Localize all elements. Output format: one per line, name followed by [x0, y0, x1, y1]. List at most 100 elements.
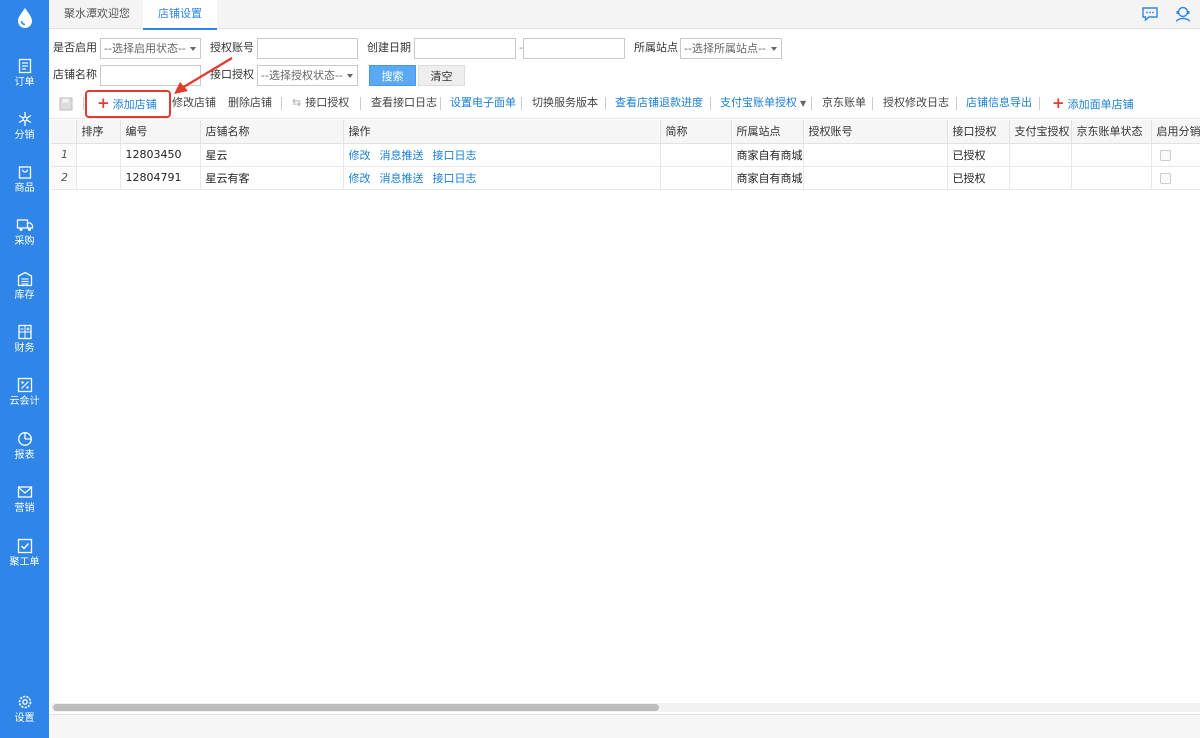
view-refund-button[interactable]: 查看店铺退款进度 — [615, 89, 703, 117]
annotation-arrow-icon — [174, 57, 233, 94]
header-rownum — [51, 120, 77, 144]
header-station[interactable]: 所属站点 — [731, 120, 804, 144]
tab-shop-settings[interactable]: 店铺设置 — [143, 0, 217, 30]
auth-account-input[interactable] — [257, 38, 358, 59]
scrollbar-thumb[interactable] — [53, 704, 659, 711]
sidebar-item-label: 聚工单 — [9, 557, 40, 568]
droplet-logo-icon[interactable] — [0, 0, 49, 36]
add-shop-label: 添加店铺 — [112, 98, 157, 111]
sidebar-item-finance[interactable]: 财务 — [0, 318, 49, 368]
sidebar-item-products[interactable]: 商品 — [0, 158, 49, 208]
jd-bill-button[interactable]: 京东账单 — [822, 89, 866, 117]
auth-log-button[interactable]: 授权修改日志 — [883, 89, 949, 117]
table-header: 排序 编号 店铺名称 操作 简称 所属站点 授权账号 接口授权 支付宝授权 京东… — [51, 120, 1200, 144]
header-id[interactable]: 编号 — [120, 120, 201, 144]
message-push-link[interactable]: 消息推送 — [380, 149, 424, 162]
sidebar-item-marketing[interactable]: 营销 — [0, 478, 49, 528]
edit-link[interactable]: 修改 — [349, 149, 371, 162]
sidebar-item-label: 库存 — [14, 290, 35, 301]
edit-link[interactable]: 修改 — [349, 172, 371, 185]
chevron-down-icon — [771, 47, 777, 51]
sidebar-item-reports[interactable]: 报表 — [0, 425, 49, 475]
api-log-link[interactable]: 接口日志 — [433, 149, 477, 162]
station-select[interactable]: --选择所属站点-- — [680, 38, 782, 59]
horizontal-scrollbar[interactable] — [51, 703, 1200, 712]
sidebar-item-inventory[interactable]: 库存 — [0, 265, 49, 315]
switch-version-button[interactable]: 切换服务版本 — [532, 89, 598, 117]
sidebar-item-label: 分销 — [14, 130, 35, 141]
sidebar-item-label: 营销 — [14, 503, 35, 514]
toolbar-divider — [360, 97, 361, 110]
api-auth-select[interactable]: --选择授权状态-- — [257, 65, 358, 86]
plus-icon: + — [1052, 94, 1065, 112]
cell-shop-name: 星云有客 — [200, 166, 344, 190]
api-auth-button-label: 接口授权 — [305, 96, 350, 109]
distribution-checkbox[interactable] — [1159, 172, 1171, 184]
user-service-icon[interactable] — [1174, 5, 1192, 23]
header-sort[interactable]: 排序 — [76, 120, 121, 144]
sidebar-item-work-orders[interactable]: 聚工单 — [0, 532, 49, 582]
table-row[interactable]: 1 12803450 星云 修改 消息推送 接口日志 商家自有商城 已授权 — [51, 143, 1200, 167]
distribution-checkbox[interactable] — [1159, 149, 1171, 161]
header-shop-name[interactable]: 店铺名称 — [200, 120, 344, 144]
pie-chart-icon — [17, 432, 32, 446]
create-date-start-input[interactable] — [414, 38, 516, 59]
create-date-end-input[interactable] — [523, 38, 625, 59]
export-info-button[interactable]: 店铺信息导出 — [966, 89, 1032, 117]
api-log-link[interactable]: 接口日志 — [433, 172, 477, 185]
cell-distribution — [1151, 143, 1200, 167]
save-icon[interactable] — [59, 97, 73, 111]
search-button[interactable]: 搜索 — [369, 65, 416, 86]
cell-distribution — [1151, 166, 1200, 190]
chat-icon[interactable] — [1141, 5, 1159, 23]
footer-bar — [49, 714, 1200, 738]
percent-box-icon — [17, 377, 32, 393]
row-number: 1 — [51, 143, 77, 167]
sidebar-item-purchase[interactable]: 采购 — [0, 211, 49, 261]
cell-id: 12804791 — [120, 166, 201, 190]
sidebar-item-orders[interactable]: 订单 — [0, 52, 49, 102]
enabled-select-value: --选择启用状态-- — [104, 42, 186, 55]
message-push-link[interactable]: 消息推送 — [380, 172, 424, 185]
table-row[interactable]: 2 12804791 星云有客 修改 消息推送 接口日志 商家自有商城 已授权 — [51, 166, 1200, 190]
swap-icon: ⇆ — [292, 96, 302, 109]
clear-button[interactable]: 清空 — [418, 65, 465, 86]
api-auth-button[interactable]: ⇆ 接口授权 — [292, 89, 349, 117]
sidebar-item-settings[interactable]: 设置 — [0, 688, 49, 738]
header-abbr[interactable]: 简称 — [660, 120, 732, 144]
sidebar-item-distribution[interactable]: 分销 — [0, 105, 49, 155]
header-actions[interactable]: 操作 — [343, 120, 661, 144]
warehouse-icon — [17, 271, 32, 287]
cell-station: 商家自有商城 — [731, 143, 804, 167]
sidebar-item-cloud-accounting[interactable]: 云会计 — [0, 371, 49, 421]
header-api-auth[interactable]: 接口授权 — [947, 120, 1010, 144]
set-e-waybill-button[interactable]: 设置电子面单 — [450, 89, 516, 117]
tab-bar: 聚水潭欢迎您 店铺设置 — [49, 0, 1200, 30]
header-auth-account[interactable]: 授权账号 — [803, 120, 948, 144]
cell-abbr — [660, 166, 732, 190]
cell-jd — [1071, 166, 1152, 190]
sidebar-item-label: 商品 — [14, 183, 35, 194]
cell-sort — [76, 166, 121, 190]
header-alipay[interactable]: 支付宝授权 — [1009, 120, 1072, 144]
cell-auth-account — [803, 143, 948, 167]
tab-welcome[interactable]: 聚水潭欢迎您 — [49, 0, 145, 29]
toolbar-divider — [1039, 97, 1040, 110]
calculator-icon — [17, 324, 32, 340]
cell-api-auth: 已授权 — [947, 143, 1010, 167]
sidebar-item-label: 采购 — [14, 236, 35, 247]
snowflake-icon — [18, 112, 31, 126]
alipay-auth-dropdown[interactable]: 支付宝账单授权 ▼ — [720, 89, 806, 117]
api-auth-select-value: --选择授权状态-- — [261, 69, 343, 82]
cell-sort — [76, 143, 121, 167]
header-distribution[interactable]: 启用分销 — [1151, 120, 1200, 144]
chevron-down-icon — [190, 47, 196, 51]
cell-shop-name: 星云 — [200, 143, 344, 167]
add-shop-button[interactable]: + 添加店铺 — [97, 89, 157, 117]
cell-actions: 修改 消息推送 接口日志 — [343, 143, 661, 167]
cell-abbr — [660, 143, 732, 167]
header-jd[interactable]: 京东账单状态 — [1071, 120, 1152, 144]
view-api-log-button[interactable]: 查看接口日志 — [371, 89, 437, 117]
sidebar-item-label: 设置 — [14, 713, 35, 724]
add-waybill-shop-button[interactable]: + 添加面单店铺 — [1052, 89, 1134, 117]
